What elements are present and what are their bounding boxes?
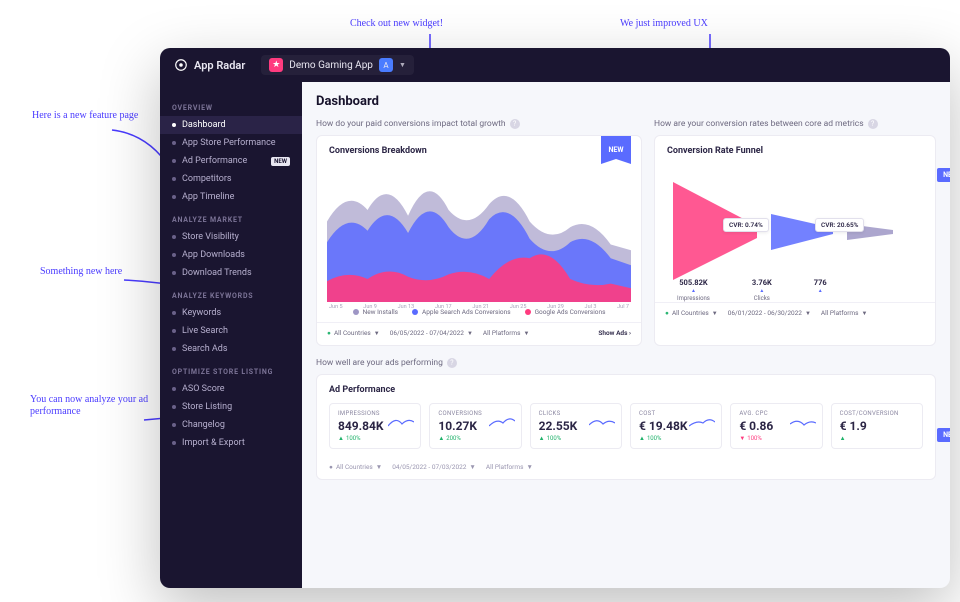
brand-text: App Radar	[194, 59, 245, 72]
app-icon: ★	[269, 58, 283, 72]
card-title: Conversions Breakdown	[317, 136, 641, 158]
filter-countries[interactable]: ●All Countries▼	[327, 329, 380, 337]
chevron-down-icon: ▼	[399, 61, 406, 69]
brand-logo-icon	[174, 58, 188, 72]
app-window: App Radar ★ Demo Gaming App A ▼ OVERVIEW…	[160, 48, 950, 588]
sidebar-item-download-trends[interactable]: Download Trends	[160, 264, 302, 282]
globe-icon: ●	[665, 309, 669, 317]
section-ad-perf-question: How well are your ads performing?	[316, 358, 936, 368]
ad-perf-filters: ●All Countries▼ 04/05/2022 - 07/03/2022▼…	[329, 455, 923, 471]
cvr-badge-1: CVR: 0.74%	[723, 218, 769, 232]
sidebar-item-ad-performance[interactable]: Ad PerformanceNEW	[160, 152, 302, 170]
kpi-impressions[interactable]: IMPRESSIONS 849.84K ▲ 100%	[329, 403, 421, 449]
globe-icon: ●	[327, 329, 331, 337]
filter-platforms[interactable]: All Platforms▼	[483, 329, 530, 337]
annotation-improved-ux: We just improved UX	[620, 18, 708, 30]
section-paid-conversions-question: How do your paid conversions impact tota…	[316, 119, 642, 129]
topbar: App Radar ★ Demo Gaming App A ▼	[160, 48, 950, 82]
cutoff-new-badge-1: NE	[937, 168, 950, 182]
conversions-filters: ●All Countries▼ 06/05/2022 - 07/04/2022▼…	[317, 322, 641, 345]
cutoff-new-badge-2: NE	[937, 428, 950, 442]
kpi-cost[interactable]: COST € 19.48K ▲ 100%	[630, 403, 722, 449]
funnel-filters: ●All Countries▼ 06/01/2022 - 06/30/2022▼…	[655, 302, 935, 325]
new-badge: NEW	[271, 157, 290, 166]
card-title: Ad Performance	[329, 385, 923, 395]
sidebar-item-aso-score[interactable]: ASO Score	[160, 380, 302, 398]
annotation-new-feature: Here is a new feature page	[32, 110, 142, 122]
sidebar-item-store-visibility[interactable]: Store Visibility	[160, 228, 302, 246]
sidebar-section-optimize-store: OPTIMIZE STORE LISTING	[160, 358, 302, 380]
sidebar-item-keywords[interactable]: Keywords	[160, 304, 302, 322]
sidebar-item-live-search[interactable]: Live Search	[160, 322, 302, 340]
new-ribbon: NEW	[601, 136, 631, 164]
sidebar-section-analyze-keywords: ANALYZE KEYWORDS	[160, 282, 302, 304]
app-selector[interactable]: ★ Demo Gaming App A ▼	[261, 55, 414, 75]
info-icon[interactable]: ?	[868, 119, 878, 129]
sidebar-section-overview: OVERVIEW	[160, 94, 302, 116]
brand: App Radar	[174, 58, 245, 72]
app-name: Demo Gaming App	[289, 60, 373, 71]
annotation-new-widget: Check out new widget!	[350, 18, 443, 30]
kpi-cost-per-conversion[interactable]: COST/CONVERSION € 1.9 ▲	[831, 403, 923, 449]
sidebar-item-search-ads[interactable]: Search Ads	[160, 340, 302, 358]
sidebar-item-app-timeline[interactable]: App Timeline	[160, 188, 302, 206]
globe-icon: ●	[329, 463, 333, 471]
sidebar-item-competitors[interactable]: Competitors	[160, 170, 302, 188]
filter-platforms[interactable]: All Platforms▼	[486, 463, 533, 471]
filter-countries[interactable]: ●All Countries▼	[665, 309, 718, 317]
sidebar-item-app-downloads[interactable]: App Downloads	[160, 246, 302, 264]
annotation-analyze-ads: You can now analyze your ad performance	[30, 394, 160, 418]
kpi-avg-cpc[interactable]: AVG. CPC € 0.86 ▼ 100%	[730, 403, 822, 449]
sidebar-item-import-export[interactable]: Import & Export	[160, 434, 302, 452]
annotation-something-new: Something new here	[40, 266, 122, 278]
sidebar: OVERVIEW Dashboard App Store Performance…	[160, 82, 302, 588]
ad-performance-card: Ad Performance IMPRESSIONS 849.84K ▲ 100…	[316, 374, 936, 480]
card-title: Conversion Rate Funnel	[655, 136, 935, 158]
app-avatar: A	[379, 58, 393, 72]
show-ads-link[interactable]: Show Ads ›	[598, 329, 631, 337]
x-axis-labels: Jun 5Jun 9Jun 13Jun 17Jun 21Jun 25Jun 29…	[327, 302, 631, 310]
info-icon[interactable]: ?	[510, 119, 520, 129]
sidebar-section-analyze-market: ANALYZE MARKET	[160, 206, 302, 228]
sidebar-item-store-listing[interactable]: Store Listing	[160, 398, 302, 416]
filter-dates[interactable]: 04/05/2022 - 07/03/2022▼	[392, 463, 476, 471]
sidebar-item-app-store-performance[interactable]: App Store Performance	[160, 134, 302, 152]
cvr-badge-2: CVR: 20.65%	[815, 218, 864, 232]
main-content: Dashboard How do your paid conversions i…	[302, 82, 950, 588]
conversions-breakdown-card: NEW Conversions Breakdown Jun 5Jun 9Jun …	[316, 135, 642, 346]
filter-countries[interactable]: ●All Countries▼	[329, 463, 382, 471]
funnel-chart: CVR: 0.74% CVR: 20.65% 505.82K▲Impressio…	[665, 164, 925, 302]
filter-platforms[interactable]: All Platforms▼	[821, 309, 868, 317]
kpi-conversions[interactable]: CONVERSIONS 10.27K ▲ 200%	[429, 403, 521, 449]
page-title: Dashboard	[316, 94, 936, 109]
sidebar-item-dashboard[interactable]: Dashboard	[160, 116, 302, 134]
filter-dates[interactable]: 06/01/2022 - 06/30/2022▼	[728, 309, 811, 317]
kpi-clicks[interactable]: CLICKS 22.55K ▲ 100%	[530, 403, 622, 449]
section-conversion-rates-question: How are your conversion rates between co…	[654, 119, 936, 129]
conversion-funnel-card: Conversion Rate Funnel CVR: 0.74% CVR: 2…	[654, 135, 936, 346]
conversions-area-chart: Jun 5Jun 9Jun 13Jun 17Jun 21Jun 25Jun 29…	[327, 164, 631, 302]
sidebar-item-changelog[interactable]: Changelog	[160, 416, 302, 434]
kpi-row: IMPRESSIONS 849.84K ▲ 100% CONVERSIONS 1…	[329, 403, 923, 449]
info-icon[interactable]: ?	[447, 358, 457, 368]
filter-dates[interactable]: 06/05/2022 - 07/04/2022▼	[390, 329, 473, 337]
